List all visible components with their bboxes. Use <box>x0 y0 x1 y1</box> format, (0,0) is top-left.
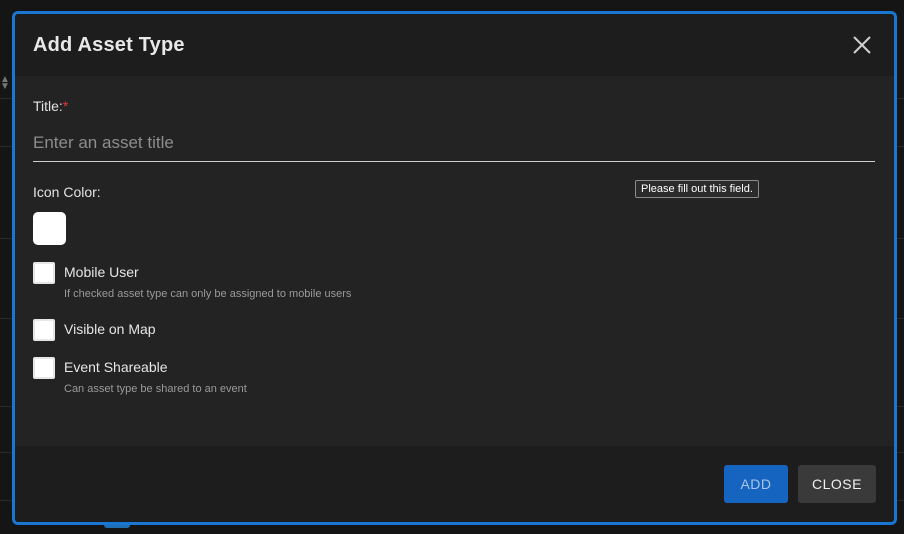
dialog-footer: ADD CLOSE <box>15 446 894 522</box>
mobile-user-option: Mobile User If checked asset type can on… <box>33 262 876 300</box>
mobile-user-checkbox[interactable] <box>33 262 55 284</box>
icon-color-picker[interactable] <box>33 212 66 245</box>
mobile-user-help: If checked asset type can only be assign… <box>64 288 352 300</box>
title-input[interactable] <box>33 128 875 162</box>
close-button[interactable]: CLOSE <box>798 465 876 503</box>
title-label-text: Title: <box>33 98 63 114</box>
visible-on-map-text: Visible on Map <box>64 319 156 339</box>
visible-on-map-checkbox[interactable] <box>33 319 55 341</box>
event-shareable-option: Event Shareable Can asset type be shared… <box>33 357 876 395</box>
mobile-user-text: Mobile User If checked asset type can on… <box>64 262 351 300</box>
dialog-title: Add Asset Type <box>33 33 185 56</box>
visible-on-map-option: Visible on Map <box>33 319 876 341</box>
dialog-header: Add Asset Type <box>15 14 894 76</box>
add-asset-type-dialog: Add Asset Type Title:* Please fill out t… <box>12 11 897 525</box>
visible-on-map-label: Visible on Map <box>64 321 156 337</box>
close-icon[interactable] <box>848 31 876 59</box>
event-shareable-help: Can asset type be shared to an event <box>64 383 247 395</box>
event-shareable-text: Event Shareable Can asset type be shared… <box>64 357 247 395</box>
required-marker: * <box>62 98 69 114</box>
event-shareable-label: Event Shareable <box>64 359 168 375</box>
add-button[interactable]: ADD <box>724 465 788 503</box>
dialog-body: Title:* Please fill out this field. Icon… <box>15 76 894 450</box>
close-icon-glyph <box>853 36 871 54</box>
mobile-user-label: Mobile User <box>64 264 139 280</box>
title-label: Title:* <box>33 98 876 114</box>
sort-icon: ▲ ▼ <box>0 74 10 92</box>
validation-tooltip: Please fill out this field. <box>635 180 759 198</box>
event-shareable-checkbox[interactable] <box>33 357 55 379</box>
